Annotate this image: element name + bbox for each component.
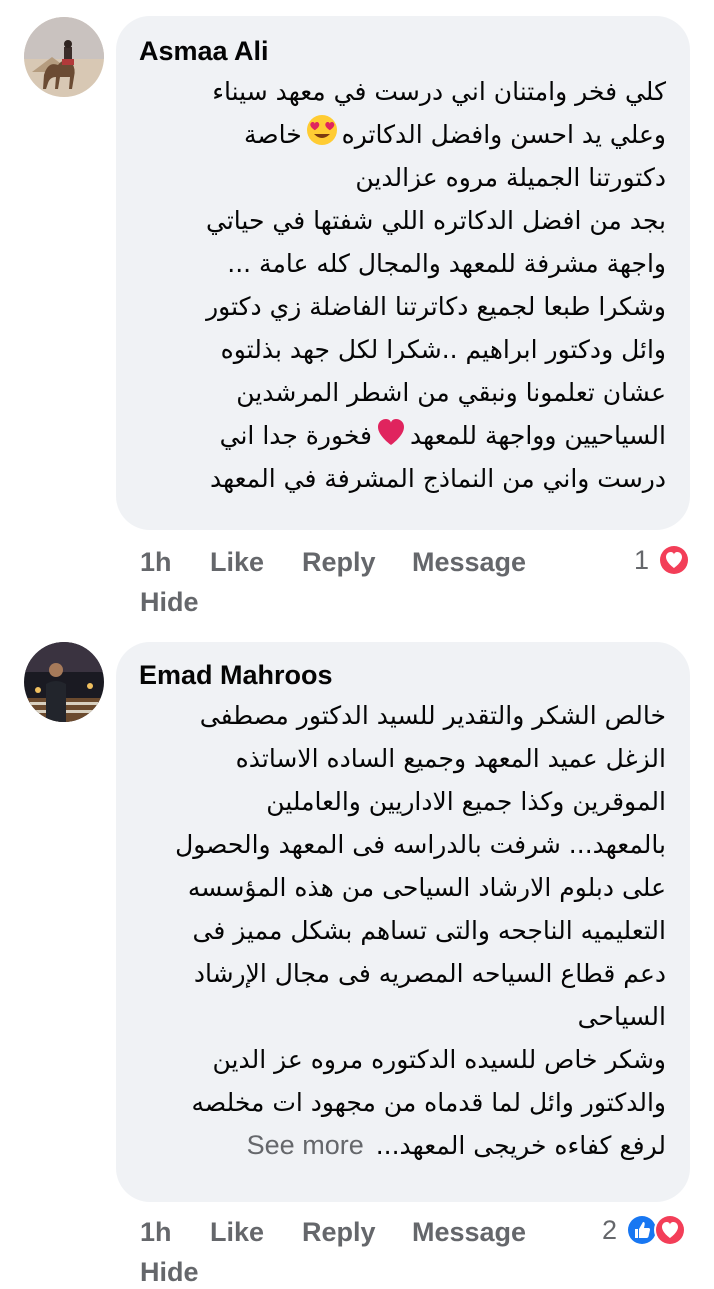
comment-line: الزغل عميد المعهد وجميع الساده الاساتذه <box>235 744 666 773</box>
comment-line: عشان تعلمونا ونبقي من اشطر المرشدين <box>236 378 666 407</box>
comment-line: التعليميه الناجحه والتى تساهم بشكل مميز … <box>192 916 666 945</box>
comment-line: وعلي يد احسن وافضل الدكاترهخاصة <box>206 113 666 156</box>
comment-bubble: Asmaa Ali كلي فخر وامتنان اني درست في مع… <box>116 16 690 530</box>
comment-line: بجد من افضل الدكاتره اللي شفتها في حياتي <box>206 206 666 235</box>
comment-line: درست واني من النماذج المشرفة في المعهد <box>209 464 666 493</box>
comment-text: خالص الشكر والتقدير للسيد الدكتور مصطفى … <box>175 694 666 1167</box>
reply-button[interactable]: Reply <box>302 1215 376 1249</box>
red-heart-emoji-icon <box>376 416 406 459</box>
reaction-count[interactable]: 2 <box>602 1213 617 1247</box>
timestamp[interactable]: 1h <box>140 1215 172 1249</box>
message-button[interactable]: Message <box>412 545 526 579</box>
comment-line: السياحى <box>577 1002 666 1031</box>
avatar-man-image <box>24 642 104 722</box>
comment-line: والدكتور وائل لما قدماه من مجهود ات مخلص… <box>191 1088 667 1117</box>
avatar[interactable] <box>24 17 104 97</box>
comment-line: الموقرين وكذا جميع الاداريين والعاملين <box>266 787 666 816</box>
comment-line: دعم قطاع السياحه المصريه فى مجال الإرشاد <box>193 959 666 988</box>
comment-line: وائل ودكتور ابراهيم ..شكرا لكل جهد بذلتو… <box>220 335 666 364</box>
comment-line: خالص الشكر والتقدير للسيد الدكتور مصطفى <box>199 701 666 730</box>
comment-bubble: Emad Mahroos خالص الشكر والتقدير للسيد ا… <box>116 642 690 1202</box>
comment-text: كلي فخر وامتنان اني درست في معهد سيناء و… <box>206 70 666 500</box>
comment-line: لرفع كفاءه خريجى المعهد...See more <box>246 1130 666 1160</box>
comment-author[interactable]: Emad Mahroos <box>139 658 333 692</box>
like-button[interactable]: Like <box>210 545 264 579</box>
avatar-camel-image <box>24 17 104 97</box>
comment-line: وشكر خاص للسيده الدكتوره مروه عز الدين <box>212 1045 666 1074</box>
comment-line: واجهة مشرفة للمعهد والمجال كله عامة ... <box>227 249 666 278</box>
timestamp[interactable]: 1h <box>140 545 172 579</box>
hide-button[interactable]: Hide <box>140 585 199 619</box>
avatar[interactable] <box>24 642 104 722</box>
see-more-link[interactable]: See more <box>247 1130 364 1160</box>
comment-line: بالمعهد... شرفت بالدراسه فى المعهد والحص… <box>175 830 666 859</box>
comment-line: وشكرا طبعا لجميع دكاترتنا الفاضلة زي دكت… <box>206 292 666 321</box>
like-button[interactable]: Like <box>210 1215 264 1249</box>
reply-button[interactable]: Reply <box>302 545 376 579</box>
love-icon <box>653 1213 687 1252</box>
reactions[interactable] <box>657 543 691 582</box>
message-button[interactable]: Message <box>412 1215 526 1249</box>
comment-line: السياحيين وواجهة للمعهدفخورة جدا اني <box>206 414 666 457</box>
love-icon <box>657 543 691 582</box>
comment-line: على دبلوم الارشاد السياحى من هذه المؤسسه <box>187 873 666 902</box>
heart-eyes-emoji-icon <box>306 114 338 159</box>
hide-button[interactable]: Hide <box>140 1255 199 1289</box>
reactions[interactable] <box>625 1213 687 1252</box>
comment-emad-mahroos: Emad Mahroos خالص الشكر والتقدير للسيد ا… <box>0 640 714 1287</box>
comment-author[interactable]: Asmaa Ali <box>139 34 269 68</box>
comment-asmaa-ali: Asmaa Ali كلي فخر وامتنان اني درست في مع… <box>0 0 714 620</box>
comment-line: دكتورتنا الجميلة مروه عزالدين <box>355 163 666 192</box>
reaction-count[interactable]: 1 <box>634 543 649 577</box>
comment-line: كلي فخر وامتنان اني درست في معهد سيناء <box>212 77 666 106</box>
